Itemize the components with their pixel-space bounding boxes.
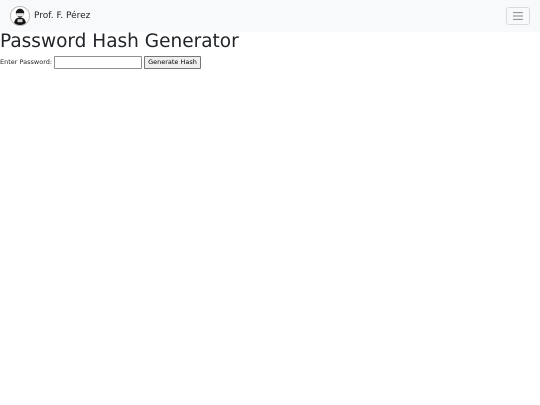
page-title: Password Hash Generator — [0, 31, 239, 52]
hamburger-menu-icon — [513, 12, 523, 20]
brand-link[interactable]: Prof. F. Pérez — [10, 5, 90, 27]
navbar-toggler-button[interactable] — [506, 7, 530, 25]
avatar-icon — [10, 6, 30, 26]
navbar: Prof. F. Pérez — [0, 0, 540, 32]
brand-name: Prof. F. Pérez — [34, 11, 91, 21]
password-label: Enter Password: — [0, 58, 53, 66]
generate-hash-button[interactable]: Generate Hash — [144, 55, 201, 69]
password-input[interactable] — [54, 55, 143, 69]
hash-form: Enter Password: Generate Hash — [0, 55, 201, 69]
